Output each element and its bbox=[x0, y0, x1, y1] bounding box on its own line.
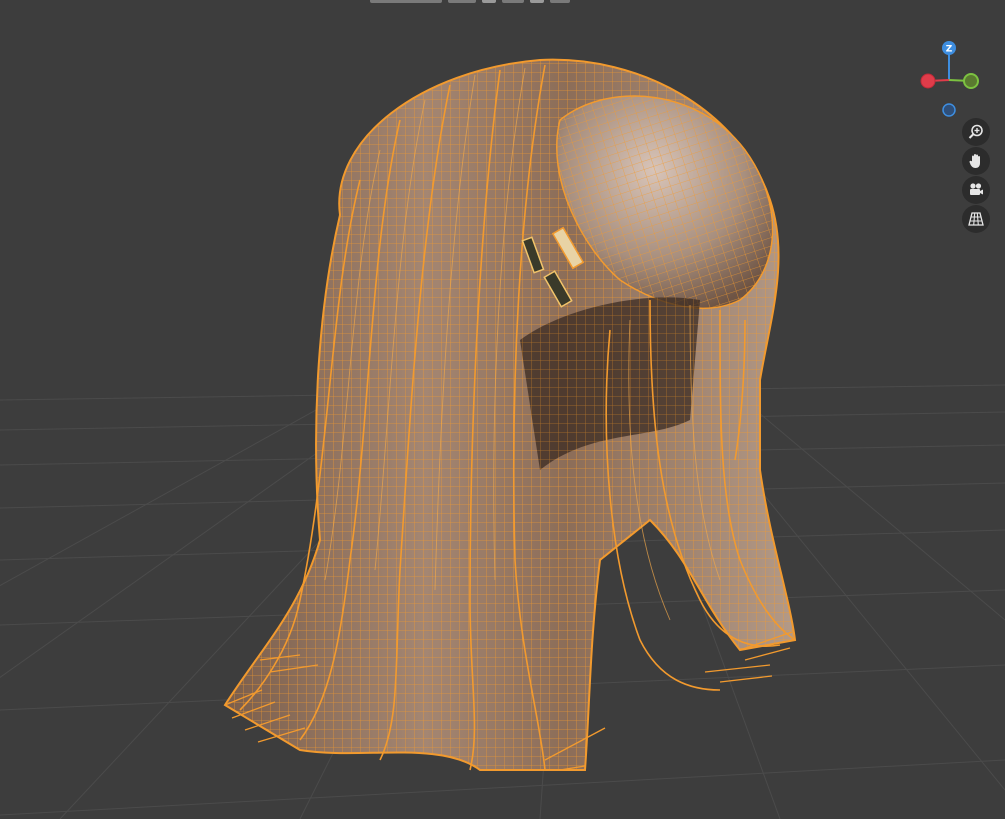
viewport-scene[interactable] bbox=[0, 0, 1005, 819]
header-fragments bbox=[370, 0, 570, 3]
perspective-toggle-button[interactable] bbox=[962, 205, 990, 233]
hair-mesh bbox=[223, 58, 797, 771]
neg-z-axis-handle[interactable] bbox=[942, 103, 956, 117]
navigation-gizmo[interactable]: Z bbox=[912, 36, 992, 126]
camera-view-button[interactable] bbox=[962, 176, 990, 204]
hand-icon bbox=[969, 154, 980, 168]
zoom-in-icon bbox=[968, 124, 983, 139]
y-axis-handle[interactable] bbox=[963, 73, 979, 89]
camera-icon bbox=[970, 183, 983, 195]
z-axis-label: Z bbox=[946, 45, 953, 55]
grid-perspective-icon bbox=[968, 212, 984, 226]
zoom-button[interactable] bbox=[962, 118, 990, 146]
pan-button[interactable] bbox=[962, 147, 990, 175]
3d-viewport[interactable]: Z bbox=[0, 0, 1005, 819]
x-axis-handle[interactable] bbox=[920, 73, 936, 89]
